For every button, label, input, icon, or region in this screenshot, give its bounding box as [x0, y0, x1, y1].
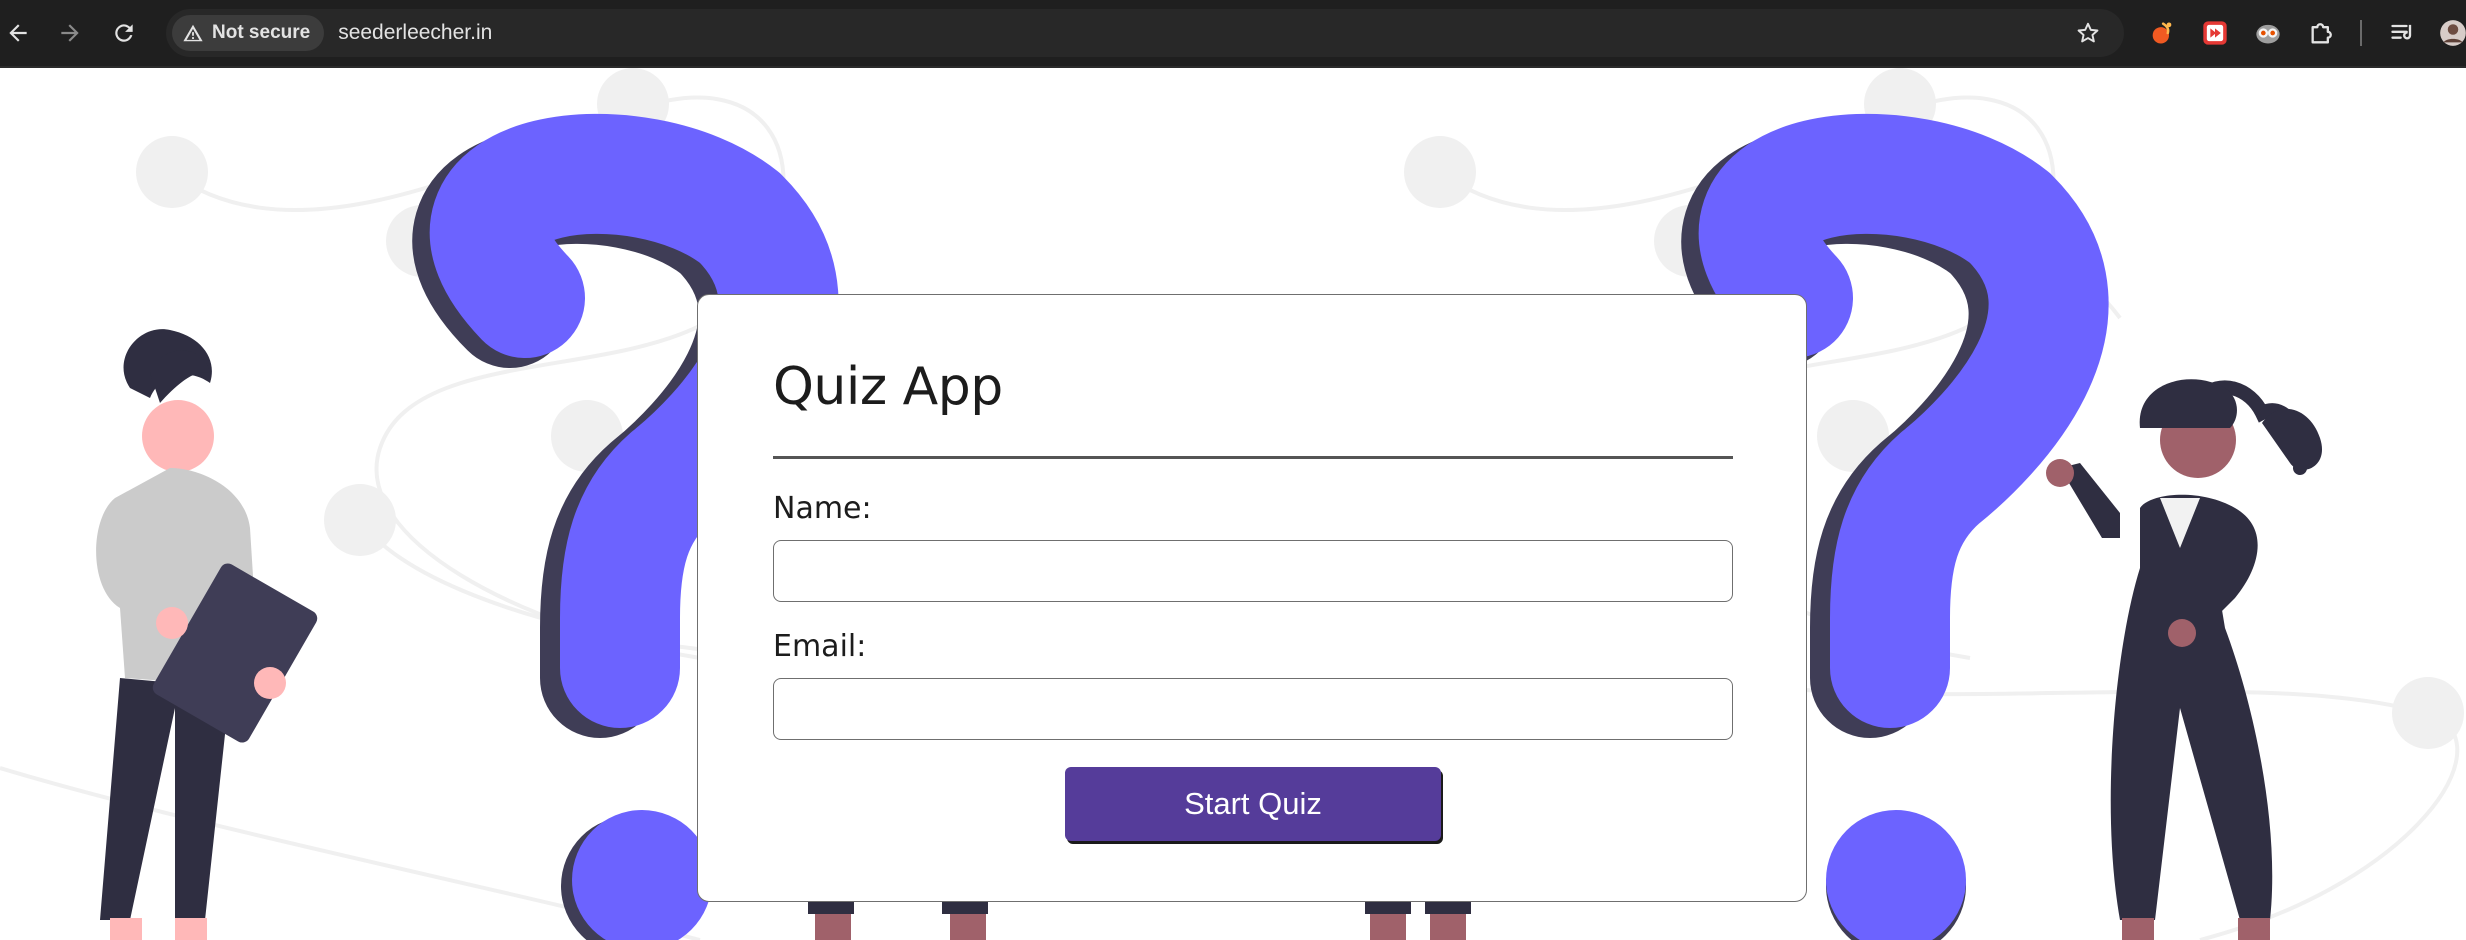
security-indicator[interactable]: Not secure — [172, 15, 325, 51]
media-extension-button[interactable] — [2195, 13, 2235, 53]
security-label: Not secure — [212, 22, 311, 43]
fire-extension-button[interactable] — [2142, 13, 2182, 53]
arrow-right-icon — [61, 24, 79, 42]
toolbar-separator — [2360, 20, 2362, 46]
address-bar[interactable]: Not secure seederleecher.in — [166, 9, 2124, 57]
forward-button[interactable] — [46, 9, 94, 57]
arrow-left-icon — [9, 24, 27, 42]
reading-list-button[interactable] — [2383, 13, 2423, 53]
name-input[interactable] — [773, 540, 1733, 602]
name-label: Name: — [773, 491, 872, 526]
start-quiz-button[interactable]: Start Quiz — [1065, 767, 1441, 841]
url-text: seederleecher.in — [338, 21, 493, 44]
quiz-title: Quiz App — [773, 357, 1003, 417]
email-input[interactable] — [773, 678, 1733, 740]
person-left-illustration — [96, 329, 318, 940]
reload-button[interactable] — [100, 9, 148, 57]
person-right-illustration — [2046, 379, 2323, 940]
puzzle-extensions-icon — [2311, 23, 2332, 44]
owl-extension-icon — [2256, 24, 2280, 44]
profile-avatar-icon — [2440, 20, 2466, 46]
page-viewport: Quiz App Name: Email: Start Quiz — [0, 68, 2466, 940]
extensions-button[interactable] — [2302, 13, 2342, 53]
bookmark-button[interactable] — [2072, 17, 2104, 49]
email-label: Email: — [773, 629, 867, 664]
reload-icon — [115, 24, 133, 42]
title-divider — [773, 456, 1733, 459]
warning-triangle-icon — [183, 24, 203, 42]
reading-list-icon — [2391, 24, 2412, 40]
profile-button[interactable] — [2438, 13, 2466, 53]
owl-extension-button[interactable] — [2248, 13, 2288, 53]
star-icon — [2077, 22, 2099, 43]
fire-extension-icon — [2152, 22, 2172, 44]
quiz-form-card: Quiz App Name: Email: Start Quiz — [697, 294, 1807, 902]
browser-toolbar: Not secure seederleecher.in — [0, 0, 2466, 66]
media-extension-icon — [2203, 21, 2227, 45]
back-button[interactable] — [0, 9, 42, 57]
center-figures-feet — [808, 900, 1471, 940]
